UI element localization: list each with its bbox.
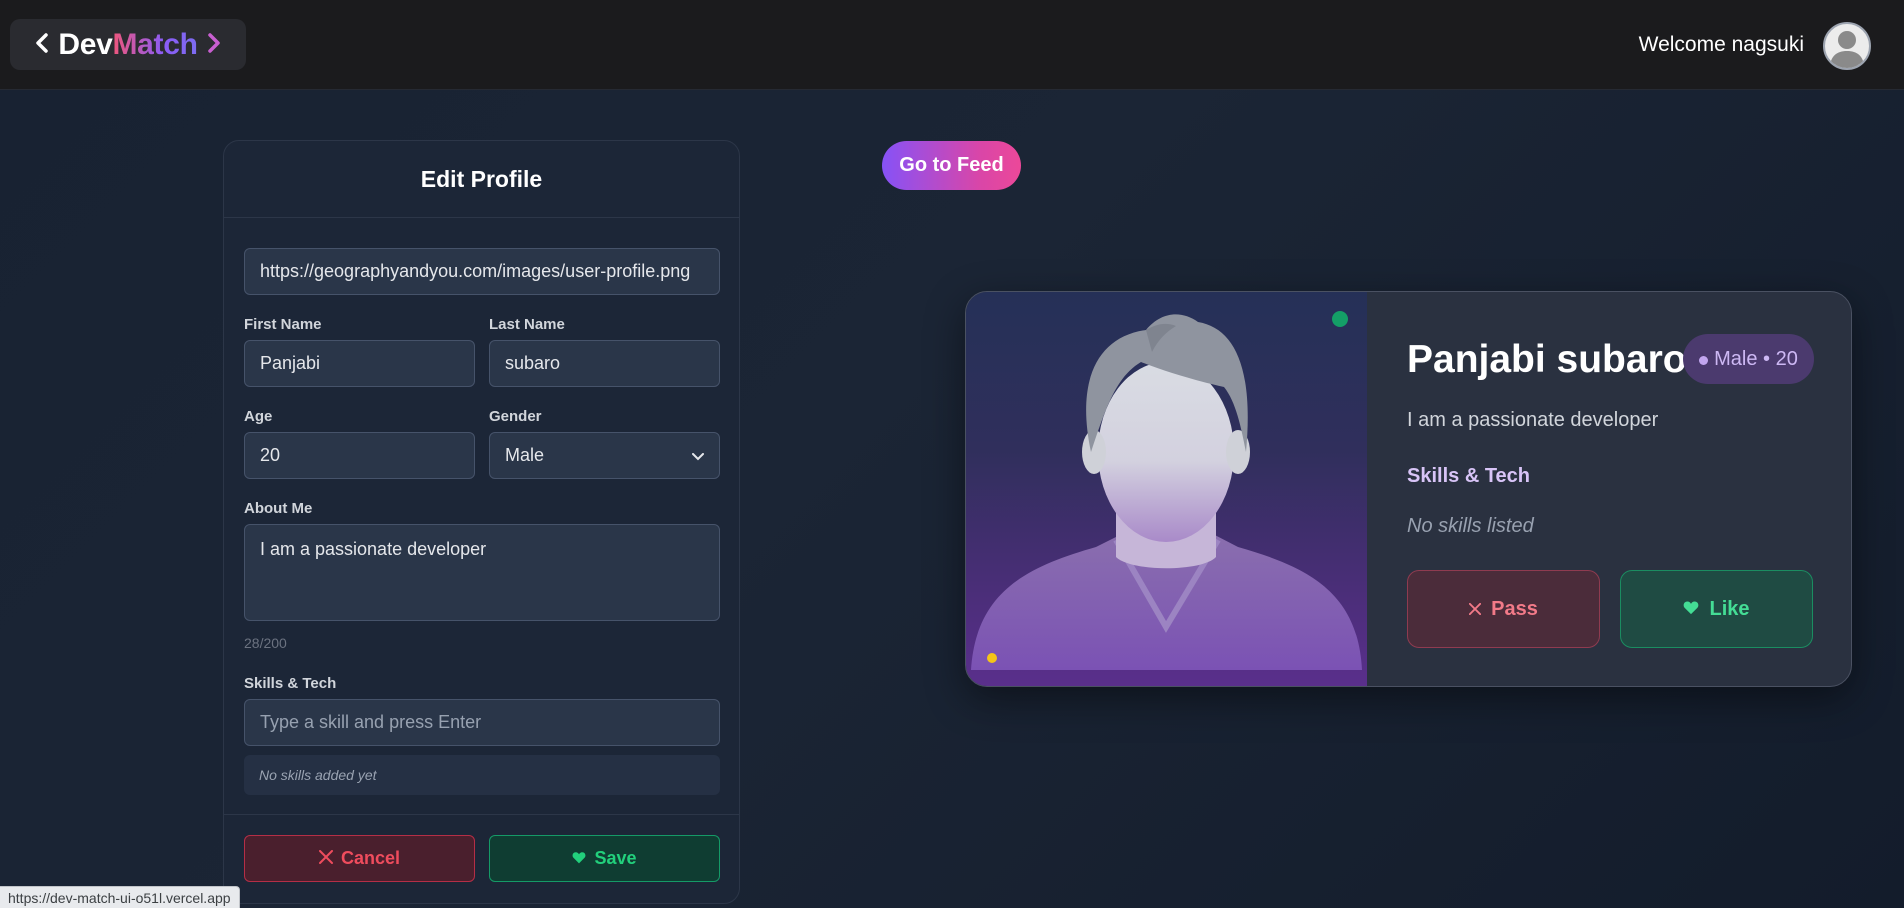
heart-icon (572, 848, 586, 869)
skills-label: Skills & Tech (244, 675, 337, 692)
pass-button[interactable]: Pass (1407, 570, 1600, 648)
age-input[interactable] (244, 432, 475, 479)
like-label: Like (1709, 597, 1750, 620)
person-silhouette-icon (971, 314, 1362, 670)
gender-select[interactable]: Male (489, 432, 720, 479)
gender-select-box[interactable]: Male (489, 432, 720, 479)
profile-preview-card: Panjabi subaro Male • 20 I am a passiona… (965, 291, 1852, 687)
edit-profile-card: Edit Profile First Name Last Name Age Ge… (223, 140, 740, 904)
pass-label: Pass (1491, 597, 1538, 620)
about-char-count: 28/200 (244, 635, 287, 651)
online-status-dot (1332, 311, 1348, 327)
about-textarea[interactable]: I am a passionate developer (244, 524, 720, 621)
badge-text: Male • 20 (1714, 347, 1798, 370)
gender-age-badge: Male • 20 (1683, 334, 1814, 384)
age-label: Age (244, 408, 273, 425)
badge-dot-icon (1699, 348, 1709, 371)
brand-name: DevMatch (58, 27, 198, 62)
welcome-text: Welcome nagsuki (1638, 33, 1804, 56)
photo-indicator-dot (987, 653, 997, 663)
edit-profile-header: Edit Profile (224, 141, 739, 218)
no-skills-listed: No skills listed (1407, 515, 1534, 537)
chevron-left-icon (34, 32, 50, 58)
x-icon (318, 848, 333, 869)
first-name-label: First Name (244, 316, 322, 333)
last-name-input[interactable] (489, 340, 720, 387)
save-button[interactable]: Save (489, 835, 720, 882)
skill-input[interactable] (244, 699, 720, 746)
photo-url-input[interactable] (244, 248, 720, 295)
chevron-down-icon (692, 448, 704, 464)
profile-info: Panjabi subaro Male • 20 I am a passiona… (1407, 292, 1827, 686)
last-name-label: Last Name (489, 316, 565, 333)
chevron-right-icon (206, 32, 222, 58)
save-label: Save (594, 848, 637, 868)
user-avatar[interactable] (1823, 22, 1871, 70)
first-name-input[interactable] (244, 340, 475, 387)
profile-bio: I am a passionate developer (1407, 409, 1659, 431)
brand-dev-text: Dev (58, 27, 113, 61)
gender-selected-value: Male (505, 445, 545, 465)
top-navbar: DevMatch Welcome nagsuki (0, 0, 1904, 90)
heart-icon (1683, 598, 1699, 621)
like-button[interactable]: Like (1620, 570, 1813, 648)
about-label: About Me (244, 500, 313, 517)
profile-photo (966, 292, 1367, 686)
no-skills-message: No skills added yet (244, 755, 720, 795)
profile-name: Panjabi subaro (1407, 338, 1687, 381)
edit-profile-title: Edit Profile (420, 165, 543, 192)
cancel-button[interactable]: Cancel (244, 835, 475, 882)
cancel-label: Cancel (340, 848, 401, 868)
brand-logo-button[interactable]: DevMatch (10, 19, 246, 70)
status-bar-url: https://dev-match-ui-o51l.vercel.app (0, 886, 240, 908)
user-silhouette-icon (1830, 31, 1864, 68)
gender-label: Gender (489, 408, 542, 425)
skills-heading: Skills & Tech (1407, 465, 1531, 487)
footer-divider (224, 814, 739, 815)
x-icon (1469, 598, 1482, 621)
brand-match-text: Match (112, 27, 198, 61)
go-to-feed-button[interactable]: Go to Feed (882, 141, 1021, 190)
